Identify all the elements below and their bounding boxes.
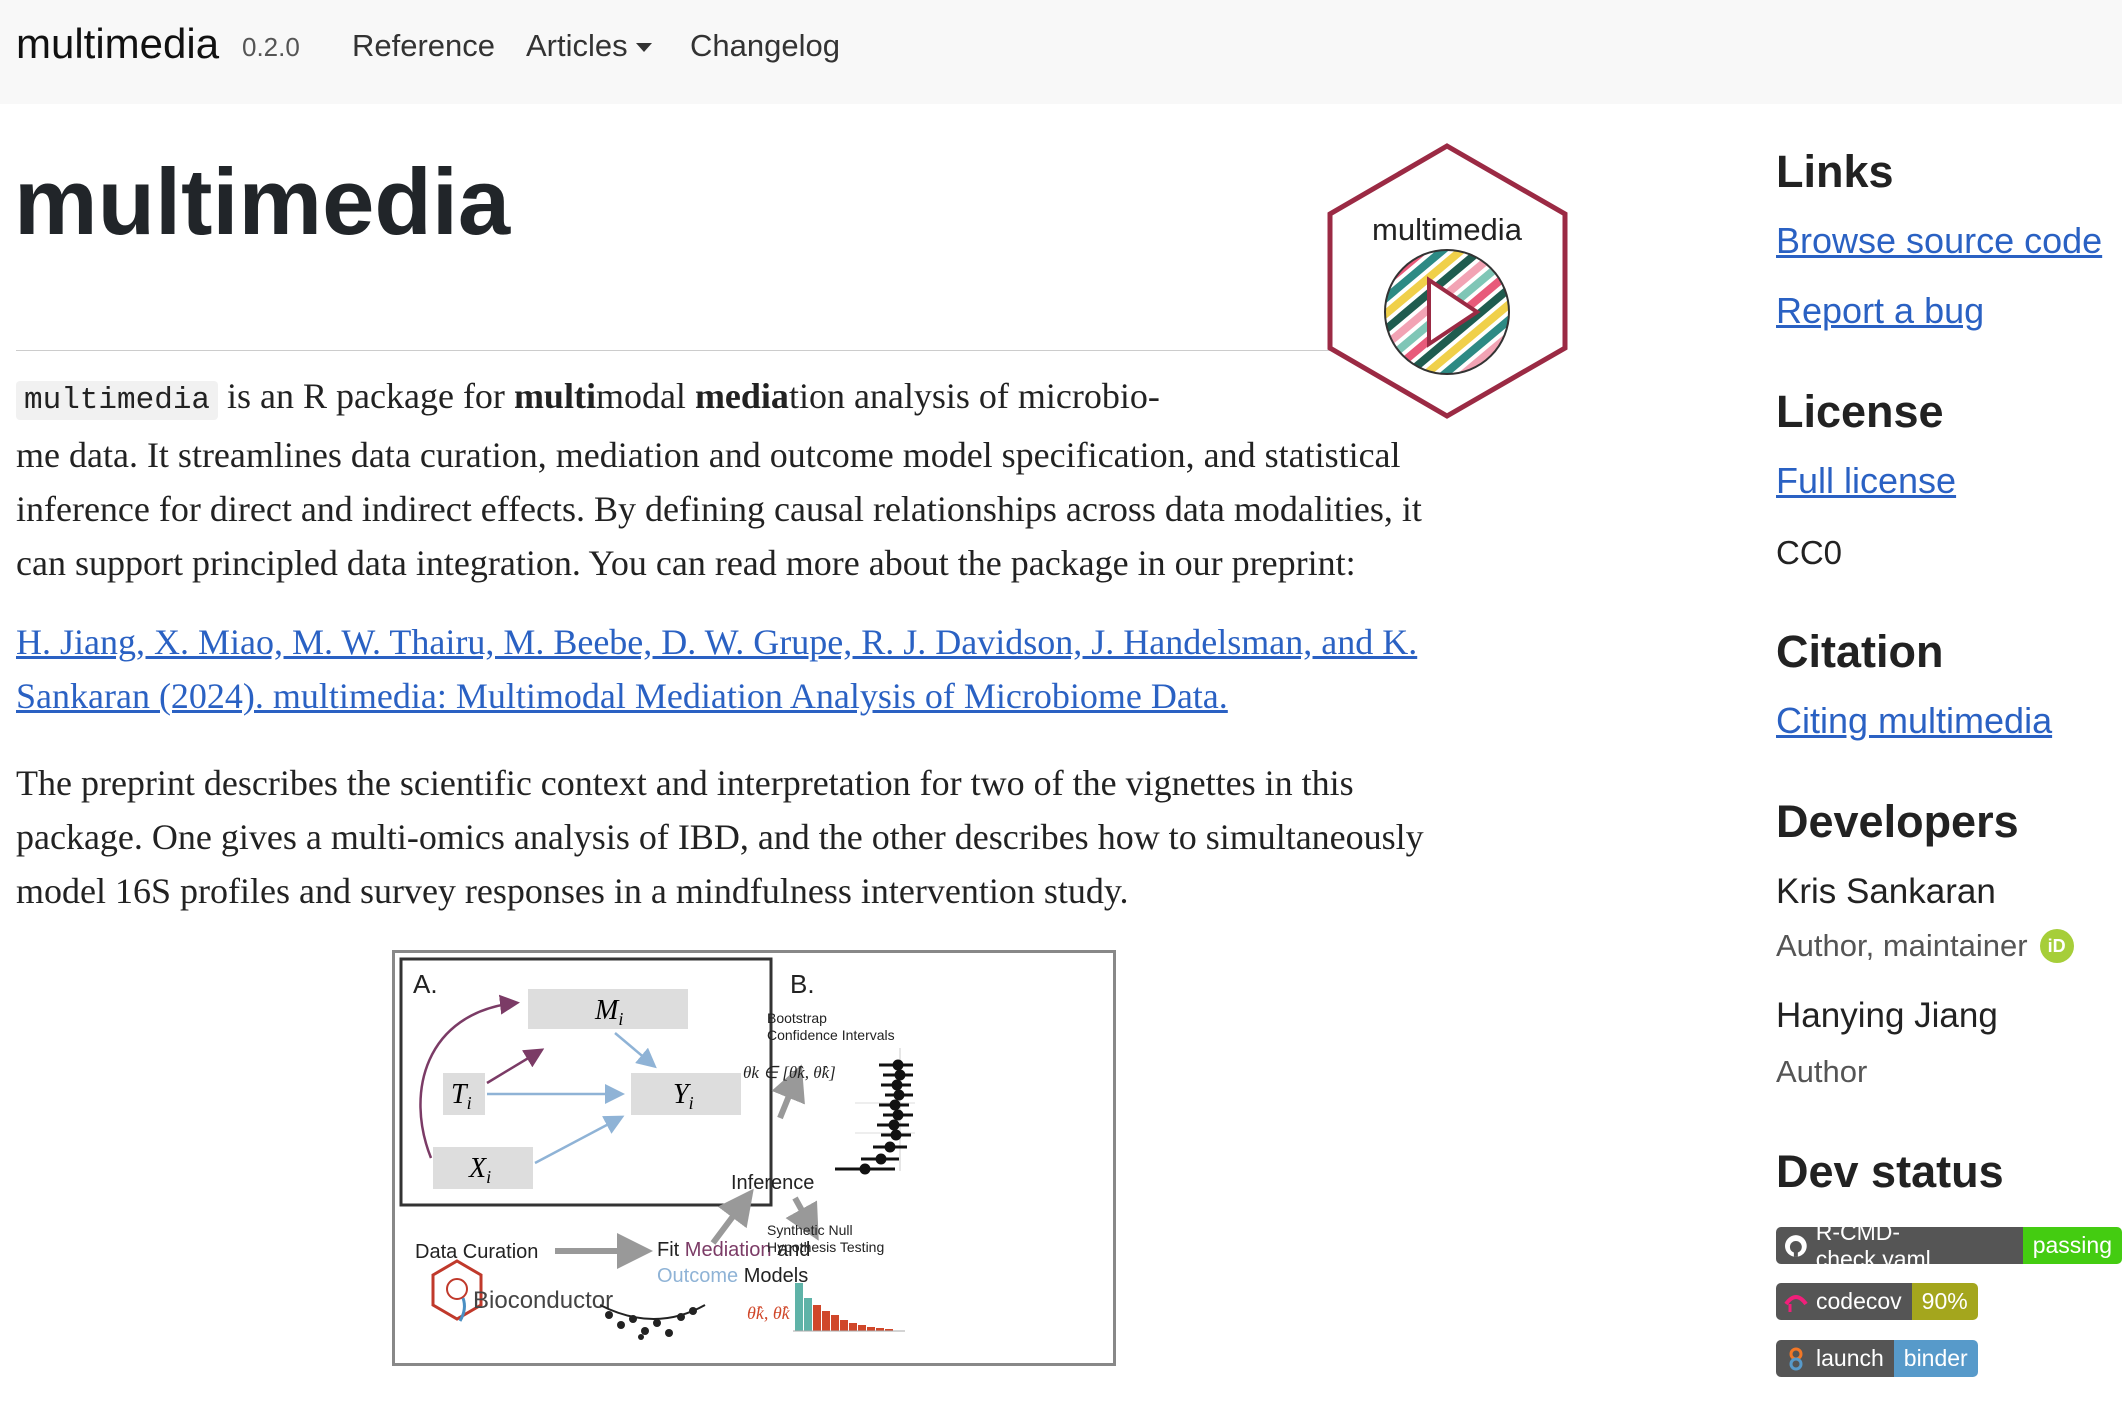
badge-value: binder	[1893, 1340, 1978, 1377]
hypothesis-testing-label: Hypothesis Testing	[767, 1239, 884, 1255]
description-paragraph: The preprint describes the scientific co…	[16, 756, 1596, 918]
workflow-diagram: A. B. Mi Ti Yi Xi Data Curation Fit Medi…	[399, 957, 915, 1340]
version-badge: 0.2.0	[242, 32, 300, 62]
ci-plot	[835, 1048, 915, 1175]
badge-value: 90%	[1911, 1283, 1978, 1320]
badge-value: passing	[2022, 1227, 2122, 1264]
badge-label: codecov	[1816, 1288, 1902, 1314]
arrow-inference-null	[785, 1196, 819, 1241]
arrow-x-y	[534, 1115, 625, 1165]
bootstrap-label: Bootstrap	[767, 1010, 827, 1026]
intro-paragraph: multimedia is an R package for multimoda…	[16, 369, 1596, 590]
theta-formula: θk ∈ [θ̂k, θ̂k]	[743, 1063, 836, 1082]
nav-changelog[interactable]: Changelog	[690, 28, 840, 64]
description-line-2: package. One gives a multi-omics analysi…	[16, 817, 1424, 857]
report-bug-link[interactable]: Report a bug	[1776, 290, 1984, 332]
citation-heading: Citation	[1776, 626, 1944, 677]
workflow-figure: A. B. Mi Ti Yi Xi Data Curation Fit Medi…	[392, 950, 1116, 1366]
bioconductor-logo: Bioconductor	[473, 1287, 613, 1314]
developers-heading: Developers	[1776, 796, 2019, 847]
intro-text: modal	[595, 376, 695, 416]
preprint-link[interactable]: H. Jiang, X. Miao, M. W. Thairu, M. Beeb…	[16, 615, 1596, 723]
nav-articles[interactable]: Articles	[526, 28, 652, 64]
intro-text: tion analysis of microbio-	[788, 376, 1160, 416]
preprint-link-line-2[interactable]: Sankaran (2024). multimedia: Multimodal …	[16, 669, 1596, 723]
brand-link[interactable]: multimedia	[16, 20, 219, 68]
navbar: multimedia 0.2.0 Reference Articles Chan…	[0, 0, 2122, 104]
nav-reference[interactable]: Reference	[352, 28, 495, 64]
binder-badge[interactable]: launch binder	[1776, 1340, 1978, 1377]
intro-line-2: me data. It streamlines data curation, m…	[16, 435, 1401, 475]
arrow-fit-inference	[710, 1188, 754, 1245]
developer-role-text: Author, maintainer	[1776, 928, 2028, 963]
github-icon	[1784, 1234, 1807, 1257]
intro-line-4: can support principled data integration.…	[16, 543, 1356, 583]
divider	[16, 350, 1356, 351]
binder-icon	[1789, 1347, 1803, 1370]
package-code: multimedia	[16, 381, 219, 420]
intro-line-1: multimedia is an R package for multimoda…	[16, 369, 1596, 428]
badge-label: launch	[1816, 1345, 1884, 1371]
null-histogram	[793, 1283, 905, 1332]
codecov-badge[interactable]: codecov 90%	[1776, 1283, 1978, 1320]
developer-name: Hanying Jiang	[1776, 996, 1998, 1035]
preprint-link-line-1[interactable]: H. Jiang, X. Miao, M. W. Thairu, M. Beeb…	[16, 615, 1596, 669]
synthetic-null-label: Synthetic Null	[767, 1222, 853, 1238]
nav-articles-label: Articles	[526, 28, 628, 63]
logo-text: multimedia	[1372, 212, 1523, 247]
description-line-3: model 16S profiles and survey responses …	[16, 871, 1129, 911]
panel-a-label: A.	[413, 969, 438, 999]
citing-link[interactable]: Citing multimedia	[1776, 700, 2052, 742]
arrow-t-m	[486, 1048, 545, 1085]
links-heading: Links	[1776, 146, 1894, 197]
caret-down-icon	[635, 43, 652, 53]
arrow-inference-bootstrap	[771, 1064, 805, 1120]
data-curation-label: Data Curation	[415, 1241, 538, 1263]
browse-source-link[interactable]: Browse source code	[1776, 220, 2102, 262]
license-heading: License	[1776, 386, 1944, 437]
intro-text: is an R package for	[218, 376, 514, 416]
developer-role: Author, maintainer iD	[1776, 928, 2074, 964]
license-value: CC0	[1776, 534, 1843, 571]
panel-b-label: B.	[790, 969, 815, 999]
orcid-icon[interactable]: iD	[2039, 929, 2074, 963]
arrow-m-y	[614, 1032, 657, 1069]
full-license-link[interactable]: Full license	[1776, 460, 1956, 502]
dev-status-heading: Dev status	[1776, 1146, 2004, 1197]
intro-bold-multi: multi	[513, 376, 596, 416]
badge-label: R-CMD-check.yaml	[1815, 1227, 1931, 1264]
description-line-1: The preprint describes the scientific co…	[16, 763, 1354, 803]
intro-bold-media: media	[694, 376, 789, 416]
r-cmd-check-badge[interactable]: R-CMD-check.yaml passing	[1776, 1227, 2122, 1264]
developer-name: Kris Sankaran	[1776, 872, 1996, 911]
intro-line-3: inference for direct and indirect effect…	[16, 489, 1422, 529]
developer-role: Author	[1776, 1054, 1868, 1089]
inference-label: Inference	[731, 1172, 814, 1194]
codecov-icon	[1784, 1294, 1808, 1312]
theta-pair: θ̂k, θ̂k	[747, 1303, 791, 1323]
confidence-label: Confidence Intervals	[767, 1027, 895, 1043]
page-title: multimedia	[14, 149, 511, 254]
outcome-models-label: Outcome Models	[657, 1265, 808, 1287]
